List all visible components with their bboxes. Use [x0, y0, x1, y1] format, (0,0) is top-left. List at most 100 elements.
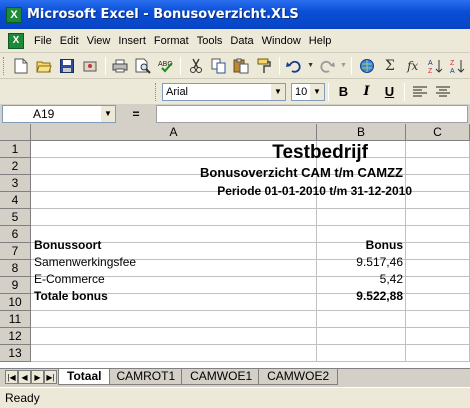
- column-header-c[interactable]: C: [406, 124, 470, 141]
- grid-cell[interactable]: [406, 175, 470, 192]
- menu-edit[interactable]: Edit: [56, 35, 83, 47]
- toolbar-grip[interactable]: [3, 56, 6, 75]
- open-icon[interactable]: [34, 55, 55, 76]
- grid-cell[interactable]: [317, 345, 406, 362]
- row-header[interactable]: 11: [0, 311, 31, 328]
- row-header[interactable]: 13: [0, 345, 31, 362]
- redo-icon[interactable]: [317, 55, 338, 76]
- row-header[interactable]: 4: [0, 192, 31, 209]
- menu-tools[interactable]: Tools: [193, 35, 227, 47]
- grid-cell[interactable]: [31, 311, 317, 328]
- align-center-icon[interactable]: [432, 81, 453, 102]
- grid-cell[interactable]: [406, 328, 470, 345]
- grid-cell[interactable]: [317, 209, 406, 226]
- font-size-select[interactable]: 10 ▼: [291, 82, 325, 101]
- column-header-a[interactable]: A: [31, 124, 317, 141]
- grid-cell[interactable]: [317, 328, 406, 345]
- menu-data[interactable]: Data: [226, 35, 257, 47]
- row-header[interactable]: 12: [0, 328, 31, 345]
- row-header[interactable]: 2: [0, 158, 31, 175]
- grid-cell[interactable]: [31, 328, 317, 345]
- sheet-tab-camwoe2[interactable]: CAMWOE2: [258, 369, 339, 385]
- cell-bonussoort-header: Bonussoort: [34, 238, 102, 252]
- last-sheet-icon[interactable]: ▶|: [44, 370, 57, 384]
- row-header[interactable]: 5: [0, 209, 31, 226]
- grid-cell[interactable]: [406, 158, 470, 175]
- paste-icon[interactable]: [231, 55, 252, 76]
- window-title: Microsoft Excel - Bonusoverzicht.XLS: [27, 7, 299, 22]
- row-header[interactable]: 8: [0, 260, 31, 277]
- new-icon[interactable]: [11, 55, 32, 76]
- grid-cell[interactable]: [406, 192, 470, 209]
- grid-cell[interactable]: [406, 209, 470, 226]
- bold-button[interactable]: B: [333, 81, 354, 102]
- permission-icon[interactable]: [80, 55, 101, 76]
- next-sheet-icon[interactable]: ▶: [31, 370, 44, 384]
- print-preview-icon[interactable]: [132, 55, 153, 76]
- grid-cell[interactable]: [31, 209, 317, 226]
- select-all-corner[interactable]: [0, 124, 31, 141]
- undo-icon[interactable]: [284, 55, 305, 76]
- row-header[interactable]: 7: [0, 243, 31, 260]
- menu-view[interactable]: View: [83, 35, 115, 47]
- row-header[interactable]: 9: [0, 277, 31, 294]
- undo-dropdown-icon[interactable]: ▼: [307, 55, 315, 76]
- column-header-b[interactable]: B: [317, 124, 406, 141]
- chevron-down-icon[interactable]: ▼: [101, 106, 115, 122]
- grid-cell[interactable]: [406, 243, 470, 260]
- cell-totale-bonus-value: 9.522,88: [356, 289, 403, 303]
- font-size-value: 10: [295, 85, 308, 98]
- toolbar-separator: [404, 82, 405, 101]
- grid-cell[interactable]: [406, 277, 470, 294]
- underline-button[interactable]: U: [379, 81, 400, 102]
- grid-cell[interactable]: [406, 141, 470, 158]
- toolbar-grip[interactable]: [155, 82, 158, 101]
- sheet-tab-camrot1[interactable]: CAMROT1: [107, 369, 185, 385]
- menu-help[interactable]: Help: [305, 35, 336, 47]
- spelling-icon[interactable]: ABC: [155, 55, 176, 76]
- row-header[interactable]: 6: [0, 226, 31, 243]
- worksheet-grid[interactable]: A B C 1 2 3 4 5 6 7 8 9 10 11 12 13 Testbedrijf Bonu…: [0, 124, 470, 368]
- menu-format[interactable]: Format: [150, 35, 193, 47]
- grid-cell[interactable]: [406, 260, 470, 277]
- save-icon[interactable]: [57, 55, 78, 76]
- formula-bar: A19 ▼ =: [0, 104, 470, 124]
- first-sheet-icon[interactable]: |◀: [5, 370, 18, 384]
- prev-sheet-icon[interactable]: ◀: [18, 370, 31, 384]
- grid-cell[interactable]: [406, 345, 470, 362]
- chevron-down-icon[interactable]: ▼: [310, 83, 324, 100]
- sort-descending-icon[interactable]: ZA: [448, 55, 469, 76]
- copy-icon[interactable]: [208, 55, 229, 76]
- italic-button[interactable]: I: [356, 81, 377, 102]
- redo-dropdown-icon[interactable]: ▼: [340, 55, 348, 76]
- row-header[interactable]: 3: [0, 175, 31, 192]
- grid-cell[interactable]: [31, 345, 317, 362]
- name-box[interactable]: A19 ▼: [2, 105, 116, 123]
- grid-cell[interactable]: [317, 311, 406, 328]
- svg-text:Z: Z: [450, 60, 455, 67]
- autosum-icon[interactable]: Σ: [379, 55, 400, 76]
- grid-cell[interactable]: [406, 226, 470, 243]
- menu-window[interactable]: Window: [258, 35, 305, 47]
- grid-cell[interactable]: [406, 311, 470, 328]
- menu-insert[interactable]: Insert: [114, 35, 150, 47]
- menu-file[interactable]: File: [30, 35, 56, 47]
- toolbar-separator: [351, 56, 353, 75]
- function-icon[interactable]: fx: [402, 55, 423, 76]
- print-icon[interactable]: [110, 55, 131, 76]
- sort-ascending-icon[interactable]: AZ: [425, 55, 446, 76]
- row-header[interactable]: 10: [0, 294, 31, 311]
- cut-icon[interactable]: [185, 55, 206, 76]
- chevron-down-icon[interactable]: ▼: [271, 83, 285, 100]
- document-icon[interactable]: X: [8, 32, 24, 49]
- hyperlink-icon[interactable]: [356, 55, 377, 76]
- align-left-icon[interactable]: [409, 81, 430, 102]
- formula-input[interactable]: [156, 105, 468, 123]
- cell-period: Periode 01-01-2010 t/m 31-12-2010: [217, 184, 412, 198]
- format-painter-icon[interactable]: [254, 55, 275, 76]
- sheet-tab-camwoe1[interactable]: CAMWOE1: [181, 369, 262, 385]
- row-header[interactable]: 1: [0, 141, 31, 158]
- grid-cell[interactable]: [406, 294, 470, 311]
- font-select[interactable]: Arial ▼: [162, 82, 286, 101]
- sheet-tab-totaal[interactable]: Totaal: [58, 369, 111, 385]
